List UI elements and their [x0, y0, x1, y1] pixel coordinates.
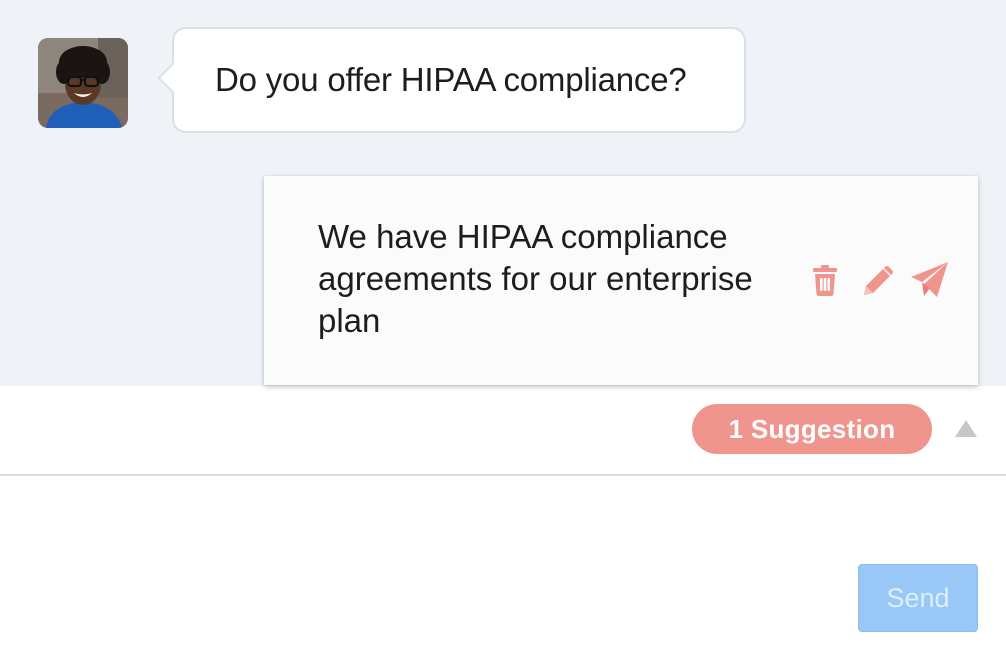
- paper-plane-icon[interactable]: [910, 261, 950, 304]
- pencil-icon[interactable]: [861, 264, 895, 303]
- customer-message-bubble: Do you offer HIPAA compliance?: [157, 27, 746, 133]
- suggestions-count-button[interactable]: 1 Suggestion: [692, 404, 932, 454]
- suggested-reply-text: We have HIPAA compliance agreements for …: [318, 218, 753, 339]
- chat-history: Do you offer HIPAA compliance? We have H…: [0, 0, 1006, 386]
- triangle-up-icon[interactable]: [955, 420, 977, 437]
- suggested-reply-card: We have HIPAA compliance agreements for …: [264, 176, 978, 385]
- customer-avatar: [38, 38, 128, 128]
- send-button[interactable]: Send: [858, 564, 978, 632]
- customer-avatar-photo: [38, 38, 128, 128]
- message-composer[interactable]: [0, 476, 1006, 648]
- bubble-tail: [157, 62, 189, 94]
- customer-message-text: Do you offer HIPAA compliance?: [215, 61, 687, 98]
- trash-icon[interactable]: [810, 264, 840, 301]
